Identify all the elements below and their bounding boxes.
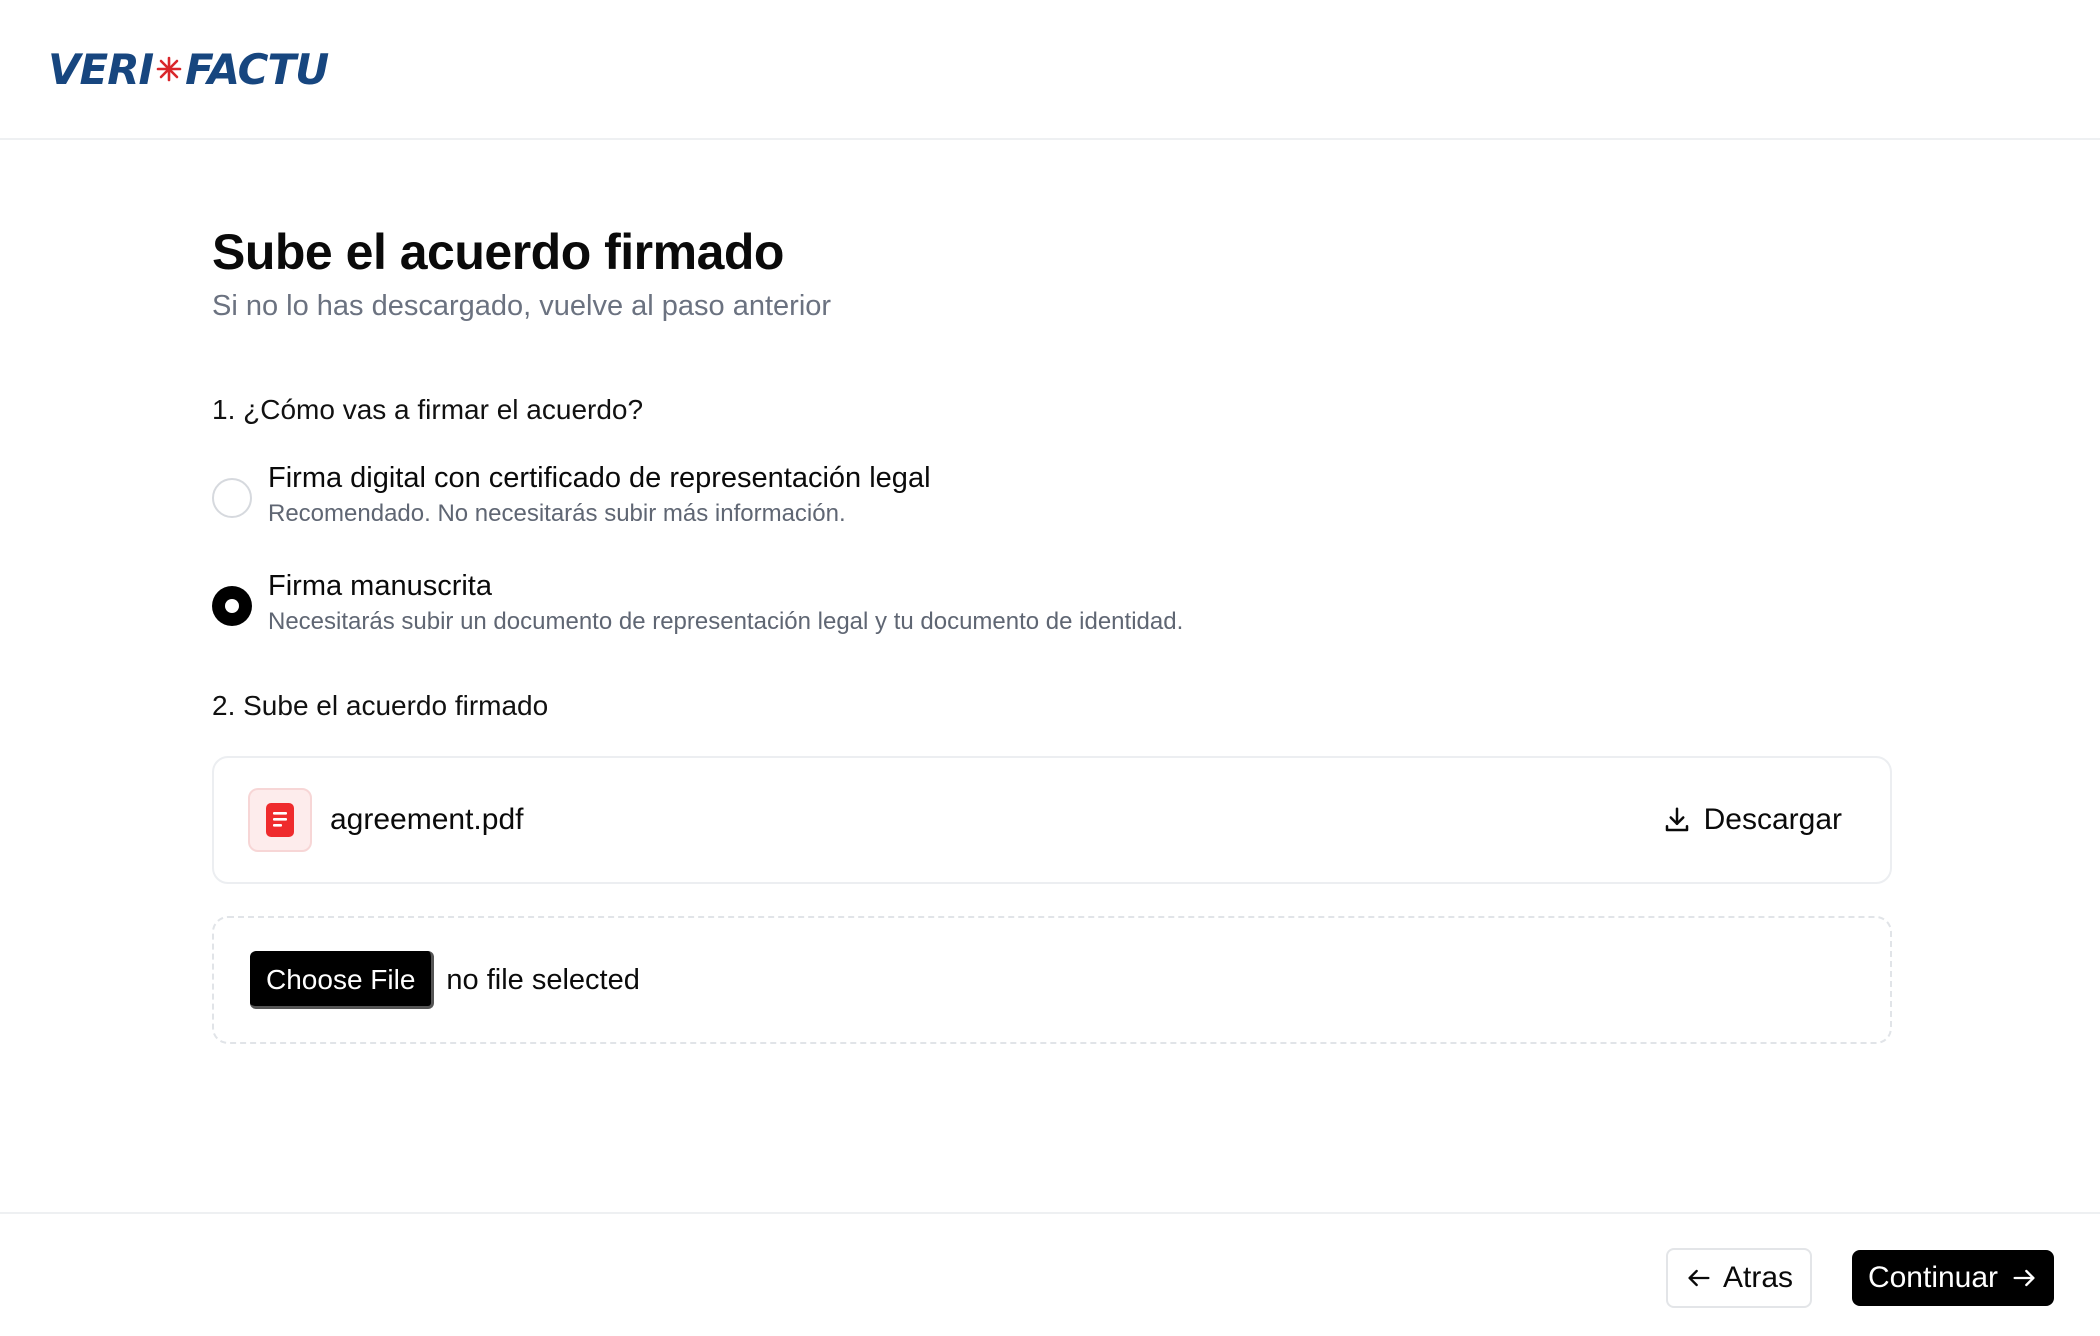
logo-text-left: VERI	[48, 44, 154, 94]
download-button[interactable]: Descargar	[1662, 803, 1842, 837]
file-upload-status: no file selected	[446, 963, 640, 996]
continue-label: Continuar	[1867, 1261, 1999, 1294]
option-title: Firma manuscrita	[268, 570, 492, 602]
option-digital-signature[interactable]: Firma digital con certificado de represe…	[212, 458, 1892, 530]
radio-digital-signature[interactable]	[212, 478, 252, 518]
back-button[interactable]: Atras	[1666, 1248, 1812, 1308]
option-description: Recomendado. No necesitarás subir más in…	[268, 500, 846, 527]
back-label: Atras	[1722, 1261, 1794, 1294]
arrow-right-icon	[2013, 1269, 2035, 1287]
choose-file-button[interactable]: Choose File	[250, 951, 435, 1009]
logo-text-right: FACTU	[185, 44, 329, 94]
radio-handwritten-signature[interactable]	[212, 586, 252, 626]
footer-bar: Atras Continuar	[0, 1212, 2100, 1336]
file-upload-dropzone[interactable]: Choose File no file selected	[212, 916, 1892, 1044]
signature-method-heading: 1. ¿Cómo vas a firmar el acuerdo?	[212, 394, 644, 425]
download-icon	[1665, 807, 1688, 832]
option-title: Firma digital con certificado de represe…	[268, 462, 931, 494]
agreement-file-card: agreement.pdf Descargar	[212, 756, 1892, 884]
app-header: VERI FACTU	[0, 0, 2100, 140]
continue-button[interactable]: Continuar	[1852, 1250, 2054, 1306]
main-content: Sube el acuerdo firmado Si no lo has des…	[212, 220, 1892, 1044]
option-description: Necesitarás subir un documento de repres…	[268, 608, 1184, 635]
option-handwritten-signature[interactable]: Firma manuscrita Necesitarás subir un do…	[212, 566, 1892, 638]
file-name: agreement.pdf	[330, 803, 524, 836]
signature-method-options: Firma digital con certificado de represe…	[212, 458, 1892, 638]
arrow-left-icon	[1688, 1269, 1710, 1287]
pdf-document-icon	[248, 788, 312, 852]
page-title: Sube el acuerdo firmado	[212, 224, 784, 280]
upload-heading: 2. Sube el acuerdo firmado	[212, 690, 549, 721]
verifactu-logo[interactable]: VERI FACTU	[48, 44, 329, 94]
logo-star-icon	[156, 46, 182, 92]
download-label: Descargar	[1703, 803, 1842, 836]
page-subtitle: Si no lo has descargado, vuelve al paso …	[212, 290, 832, 322]
